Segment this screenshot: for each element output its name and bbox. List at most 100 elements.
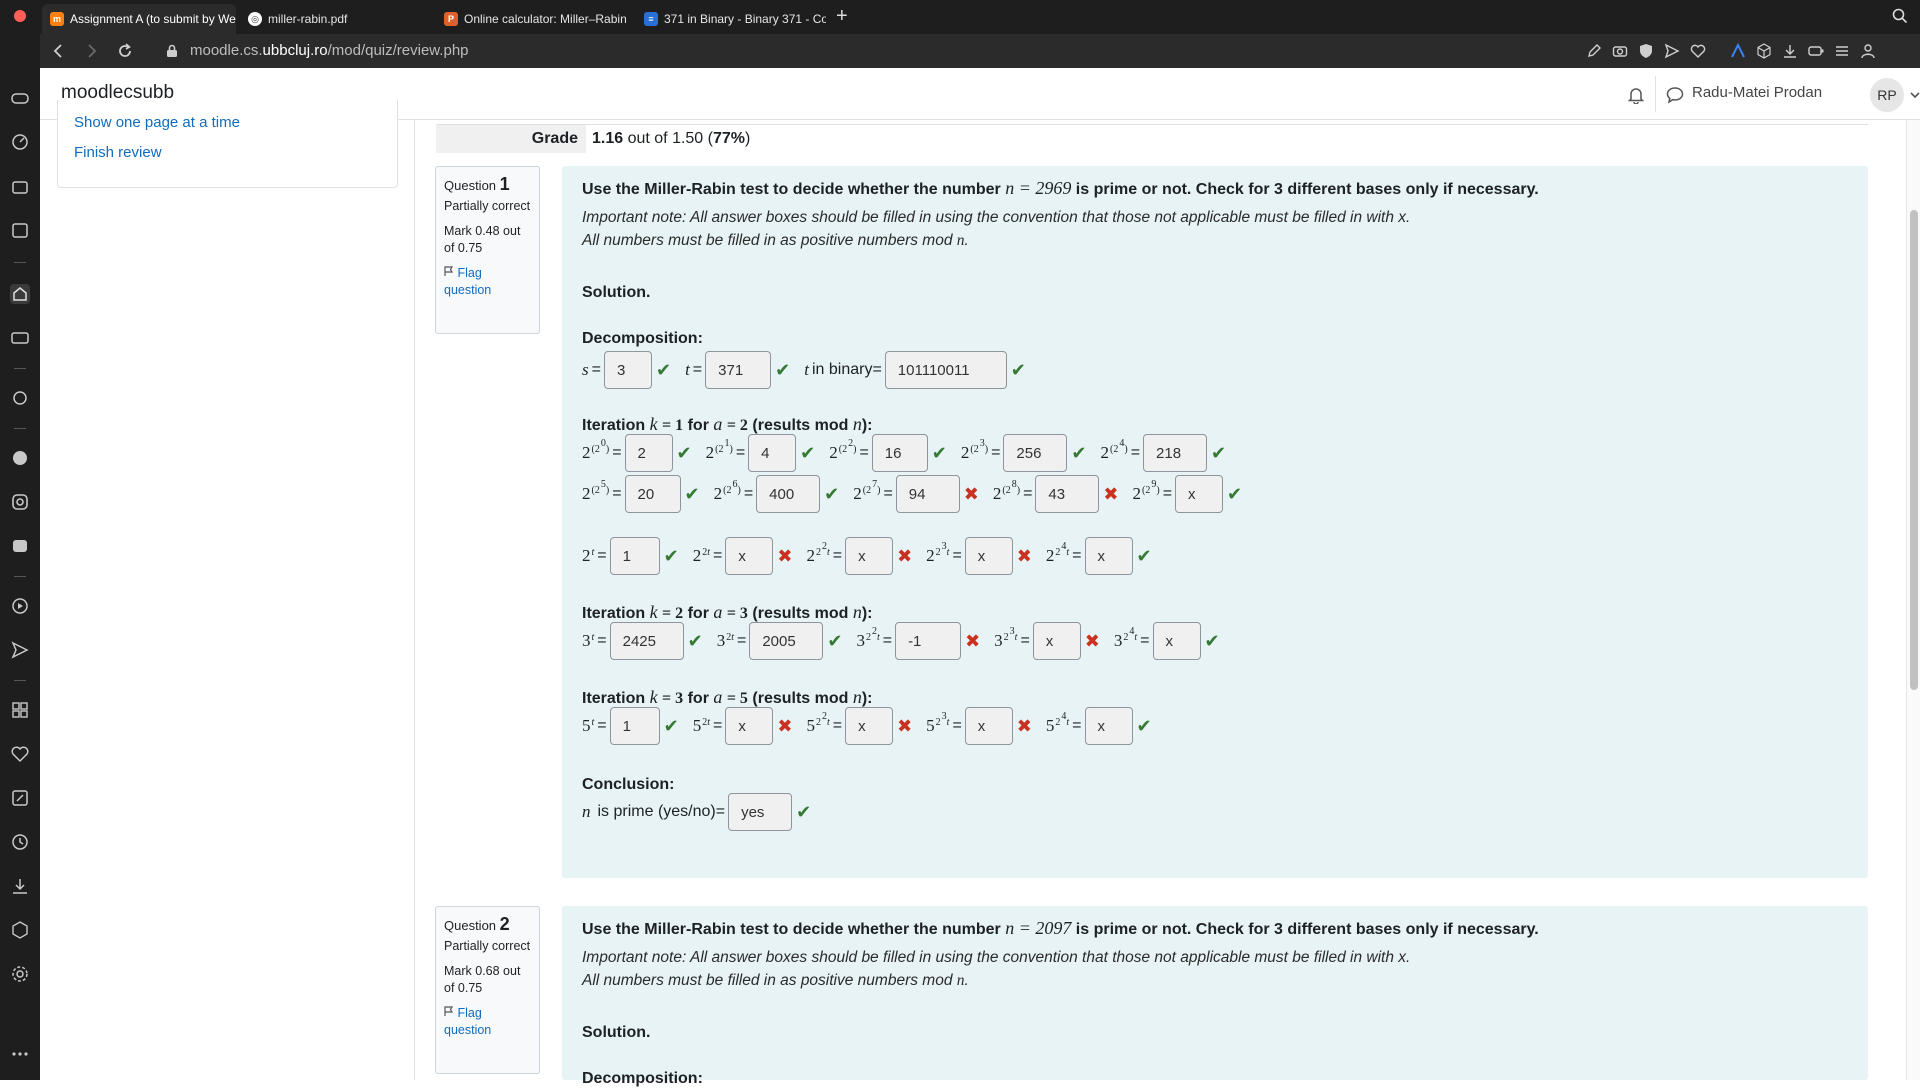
sequence-input[interactable]: 2005: [749, 622, 824, 660]
calendar-icon[interactable]: [10, 220, 30, 240]
sequence-input[interactable]: x: [845, 707, 894, 745]
sequence-input[interactable]: 1: [609, 707, 660, 745]
power-input[interactable]: 218: [1143, 434, 1208, 472]
speed-dial-icon[interactable]: [10, 132, 30, 152]
chatgpt-icon[interactable]: [10, 388, 30, 408]
send-icon[interactable]: [10, 640, 30, 660]
apps-icon[interactable]: [10, 700, 30, 720]
incorrect-icon: ✖: [897, 715, 913, 736]
player-icon[interactable]: [10, 596, 30, 616]
send-icon[interactable]: [1664, 43, 1680, 59]
tab-online-calculator[interactable]: P Online calculator: Miller–Rabin p: [436, 4, 626, 34]
reload-icon[interactable]: [116, 42, 134, 60]
cube-icon[interactable]: [1756, 43, 1772, 59]
settings-icon[interactable]: [10, 964, 30, 984]
sequence-input[interactable]: x: [1084, 707, 1133, 745]
url-field[interactable]: moodle.cs.ubbcluj.ro/mod/quiz/review.php: [190, 41, 469, 61]
avatar[interactable]: RP: [1870, 78, 1904, 112]
gaming-icon[interactable]: [10, 328, 30, 348]
power-input[interactable]: 256: [1003, 434, 1068, 472]
t-binary-input[interactable]: 101110011: [884, 351, 1007, 389]
numbers-note: All numbers must be filled in as positiv…: [582, 972, 969, 989]
sequence-input[interactable]: x: [1084, 537, 1133, 575]
incorrect-icon: ✖: [963, 483, 979, 504]
download-icon[interactable]: [1782, 43, 1798, 59]
heart-icon[interactable]: [10, 744, 30, 764]
new-tab-button[interactable]: +: [836, 4, 848, 28]
download-icon[interactable]: [10, 876, 30, 896]
drawer-border: [414, 120, 415, 1080]
grade-value: 1.16 out of 1.50 (77%): [592, 130, 751, 147]
correct-icon: ✔: [1136, 545, 1152, 566]
chevron-down-icon[interactable]: [1910, 91, 1920, 99]
finish-review-link[interactable]: Finish review: [74, 144, 162, 161]
question-2-info: Question 2 Partially correct Mark 0.68 o…: [435, 906, 540, 1074]
sequence-input[interactable]: -1: [895, 622, 962, 660]
correct-icon: ✔: [824, 483, 840, 504]
power-input[interactable]: 4: [748, 434, 797, 472]
bag-icon[interactable]: [10, 176, 30, 196]
power-input[interactable]: 16: [871, 434, 928, 472]
t-input[interactable]: 371: [705, 351, 772, 389]
gamepad-icon[interactable]: [10, 88, 30, 108]
sequence-input[interactable]: 2425: [609, 622, 684, 660]
correct-icon: ✔: [1227, 483, 1243, 504]
correct-icon: ✔: [1071, 442, 1087, 463]
scrollbar-thumb[interactable]: [1910, 210, 1918, 690]
aria-extension-icon[interactable]: [1730, 43, 1746, 59]
notification-bell-icon[interactable]: [1628, 86, 1644, 104]
sequence-input[interactable]: 1: [609, 537, 660, 575]
sequence-input[interactable]: x: [964, 537, 1013, 575]
sequence-input[interactable]: x: [725, 707, 774, 745]
user-name[interactable]: Radu-Matei Prodan: [1692, 84, 1822, 101]
shield-icon[interactable]: [1638, 43, 1654, 59]
sequence-input[interactable]: x: [1032, 622, 1081, 660]
sequence-input[interactable]: x: [1152, 622, 1201, 660]
tab-assignment[interactable]: m Assignment A (to submit by We: [42, 4, 236, 34]
profile-icon[interactable]: [1860, 43, 1876, 59]
messages-icon[interactable]: [1666, 86, 1684, 104]
close-window-icon[interactable]: [14, 10, 26, 22]
forward-icon[interactable]: [82, 42, 100, 60]
tab-title: Online calculator: Miller–Rabin p: [464, 12, 626, 26]
moodle-icon: m: [50, 12, 64, 26]
battery-icon[interactable]: [1808, 43, 1824, 59]
tab-title: miller-rabin.pdf: [268, 12, 348, 26]
heart-icon[interactable]: [1690, 43, 1706, 59]
globe-icon: ◎: [248, 12, 262, 26]
s-input[interactable]: 3: [603, 351, 652, 389]
page-scrollbar[interactable]: [1906, 120, 1920, 1080]
discord-icon[interactable]: [10, 536, 30, 556]
show-one-page-link[interactable]: Show one page at a time: [74, 114, 240, 131]
grade-label: Grade: [436, 125, 586, 153]
sequence-input[interactable]: x: [845, 537, 894, 575]
history-icon[interactable]: [10, 832, 30, 852]
sequence-input[interactable]: x: [964, 707, 1013, 745]
notes-icon[interactable]: [10, 788, 30, 808]
flag-question-button[interactable]: Flag question: [444, 265, 531, 299]
power-input[interactable]: 20: [624, 475, 681, 513]
question-1-info: Question 1 Partially correct Mark 0.48 o…: [435, 166, 540, 334]
menu-icon[interactable]: [1834, 43, 1850, 59]
whatsapp-icon[interactable]: [10, 448, 30, 468]
home-icon[interactable]: [10, 284, 30, 304]
edit-page-icon[interactable]: [1586, 43, 1602, 59]
search-tabs-icon[interactable]: [1892, 8, 1908, 24]
rail-separator: [14, 680, 26, 681]
sequence-input[interactable]: x: [725, 537, 774, 575]
camera-icon[interactable]: [1612, 43, 1628, 59]
tab-371-binary[interactable]: ≡ 371 in Binary - Binary 371 - Con: [636, 4, 826, 34]
more-icon[interactable]: [10, 1044, 30, 1064]
back-icon[interactable]: [50, 42, 68, 60]
power-input[interactable]: 43: [1035, 475, 1100, 513]
power-input[interactable]: x: [1175, 475, 1224, 513]
power-input[interactable]: 400: [756, 475, 821, 513]
instagram-icon[interactable]: [10, 492, 30, 512]
flag-question-button[interactable]: Flag question: [444, 1005, 531, 1039]
solution-heading: Solution.: [582, 284, 651, 301]
power-input[interactable]: 2: [624, 434, 673, 472]
power-input[interactable]: 94: [895, 475, 960, 513]
cube-icon[interactable]: [10, 920, 30, 940]
is-prime-input[interactable]: yes: [728, 793, 793, 831]
tab-miller-rabin-pdf[interactable]: ◎ miller-rabin.pdf: [240, 4, 430, 34]
